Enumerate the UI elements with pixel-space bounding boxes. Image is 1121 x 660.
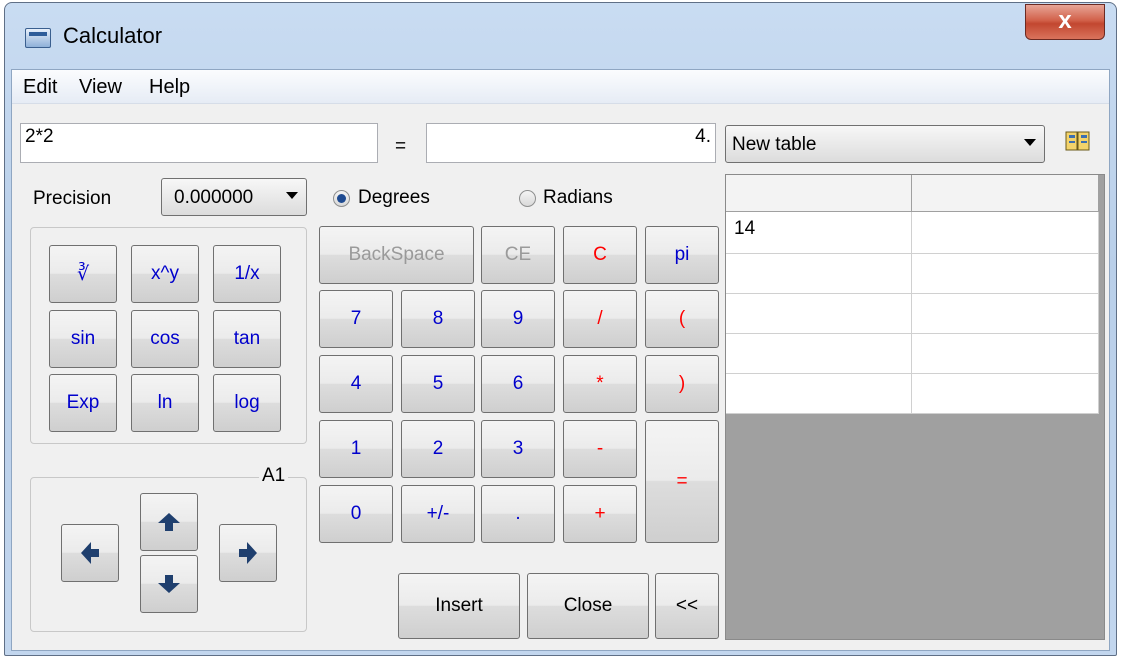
menu-help[interactable]: Help: [149, 76, 190, 99]
insert-button[interactable]: Insert: [398, 573, 520, 639]
table-cell-a3[interactable]: [726, 294, 912, 334]
power-button[interactable]: x^y: [131, 245, 199, 303]
close-window-button[interactable]: x: [1025, 4, 1105, 40]
close-paren-button[interactable]: ): [645, 355, 719, 413]
table-select-value: New table: [732, 134, 817, 155]
table-select[interactable]: New table: [725, 125, 1045, 163]
table-cell-b5[interactable]: [912, 374, 1099, 414]
table-cell-b4[interactable]: [912, 334, 1099, 374]
clear-button[interactable]: C: [563, 226, 637, 284]
divide-button[interactable]: /: [563, 290, 637, 348]
column-header-b[interactable]: [912, 175, 1099, 212]
calculator-app-icon: [25, 28, 51, 48]
sin-button[interactable]: sin: [49, 310, 117, 368]
cos-button[interactable]: cos: [131, 310, 199, 368]
key-8[interactable]: 8: [401, 290, 475, 348]
ln-button[interactable]: ln: [131, 374, 199, 432]
move-up-button[interactable]: [140, 493, 198, 551]
plus-button[interactable]: +: [563, 485, 637, 543]
key-0[interactable]: 0: [319, 485, 393, 543]
reciprocal-button[interactable]: 1/x: [213, 245, 281, 303]
degrees-label: Degrees: [358, 187, 430, 208]
radians-label: Radians: [543, 187, 613, 208]
column-header-a[interactable]: [726, 175, 912, 212]
table-cell-a1[interactable]: 14: [726, 212, 912, 254]
equals-sign: =: [395, 136, 407, 157]
client-area: Edit View Help 2*2 = 4. New table Precis…: [11, 69, 1110, 651]
key-6[interactable]: 6: [481, 355, 555, 413]
key-9[interactable]: 9: [481, 290, 555, 348]
table-cell-b3[interactable]: [912, 294, 1099, 334]
expression-input[interactable]: 2*2: [20, 123, 378, 163]
move-down-button[interactable]: [140, 555, 198, 613]
open-paren-button[interactable]: (: [645, 290, 719, 348]
result-field: 4.: [426, 123, 716, 163]
table-cell-b1[interactable]: [912, 212, 1099, 254]
key-1[interactable]: 1: [319, 420, 393, 478]
log-button[interactable]: log: [213, 374, 281, 432]
table-cell-b2[interactable]: [912, 254, 1099, 294]
arrow-left-icon: [81, 542, 99, 564]
move-right-button[interactable]: [219, 524, 277, 582]
pi-button[interactable]: pi: [645, 226, 719, 284]
exp-button[interactable]: Exp: [49, 374, 117, 432]
collapse-table-button[interactable]: <<: [655, 573, 719, 639]
tan-button[interactable]: tan: [213, 310, 281, 368]
equals-button[interactable]: =: [645, 420, 719, 543]
backspace-button[interactable]: BackSpace: [319, 226, 474, 284]
precision-select[interactable]: 0.000000: [161, 178, 307, 216]
precision-label: Precision: [33, 188, 112, 209]
window-title: Calculator: [63, 23, 163, 48]
open-book-icon[interactable]: [1064, 127, 1092, 155]
chevron-down-icon: [1024, 139, 1036, 146]
arrow-down-icon: [158, 575, 180, 593]
key-3[interactable]: 3: [481, 420, 555, 478]
degrees-radio[interactable]: [333, 190, 350, 207]
sign-toggle-button[interactable]: +/-: [401, 485, 475, 543]
radians-radio[interactable]: [519, 190, 536, 207]
calculator-window: Calculator x Edit View Help 2*2 = 4. New…: [4, 2, 1117, 656]
minus-button[interactable]: -: [563, 420, 637, 478]
key-4[interactable]: 4: [319, 355, 393, 413]
key-5[interactable]: 5: [401, 355, 475, 413]
precision-value: 0.000000: [174, 187, 254, 208]
chevron-down-icon: [286, 192, 298, 199]
table-cell-a5[interactable]: [726, 374, 912, 414]
move-left-button[interactable]: [61, 524, 119, 582]
table-cell-a2[interactable]: [726, 254, 912, 294]
menu-edit[interactable]: Edit: [23, 76, 57, 99]
decimal-point-button[interactable]: .: [481, 485, 555, 543]
clear-entry-button[interactable]: CE: [481, 226, 555, 284]
cell-reference-label: A1: [259, 465, 289, 487]
table-cell-a4[interactable]: [726, 334, 912, 374]
key-7[interactable]: 7: [319, 290, 393, 348]
title-bar[interactable]: Calculator x: [5, 3, 1116, 69]
cube-root-button[interactable]: ∛: [49, 245, 117, 303]
menu-bar: Edit View Help: [12, 70, 1109, 104]
arrow-right-icon: [239, 542, 257, 564]
key-2[interactable]: 2: [401, 420, 475, 478]
multiply-button[interactable]: *: [563, 355, 637, 413]
data-table: 14: [725, 174, 1105, 640]
close-button[interactable]: Close: [527, 573, 649, 639]
menu-view[interactable]: View: [79, 76, 122, 99]
arrow-up-icon: [158, 513, 180, 531]
